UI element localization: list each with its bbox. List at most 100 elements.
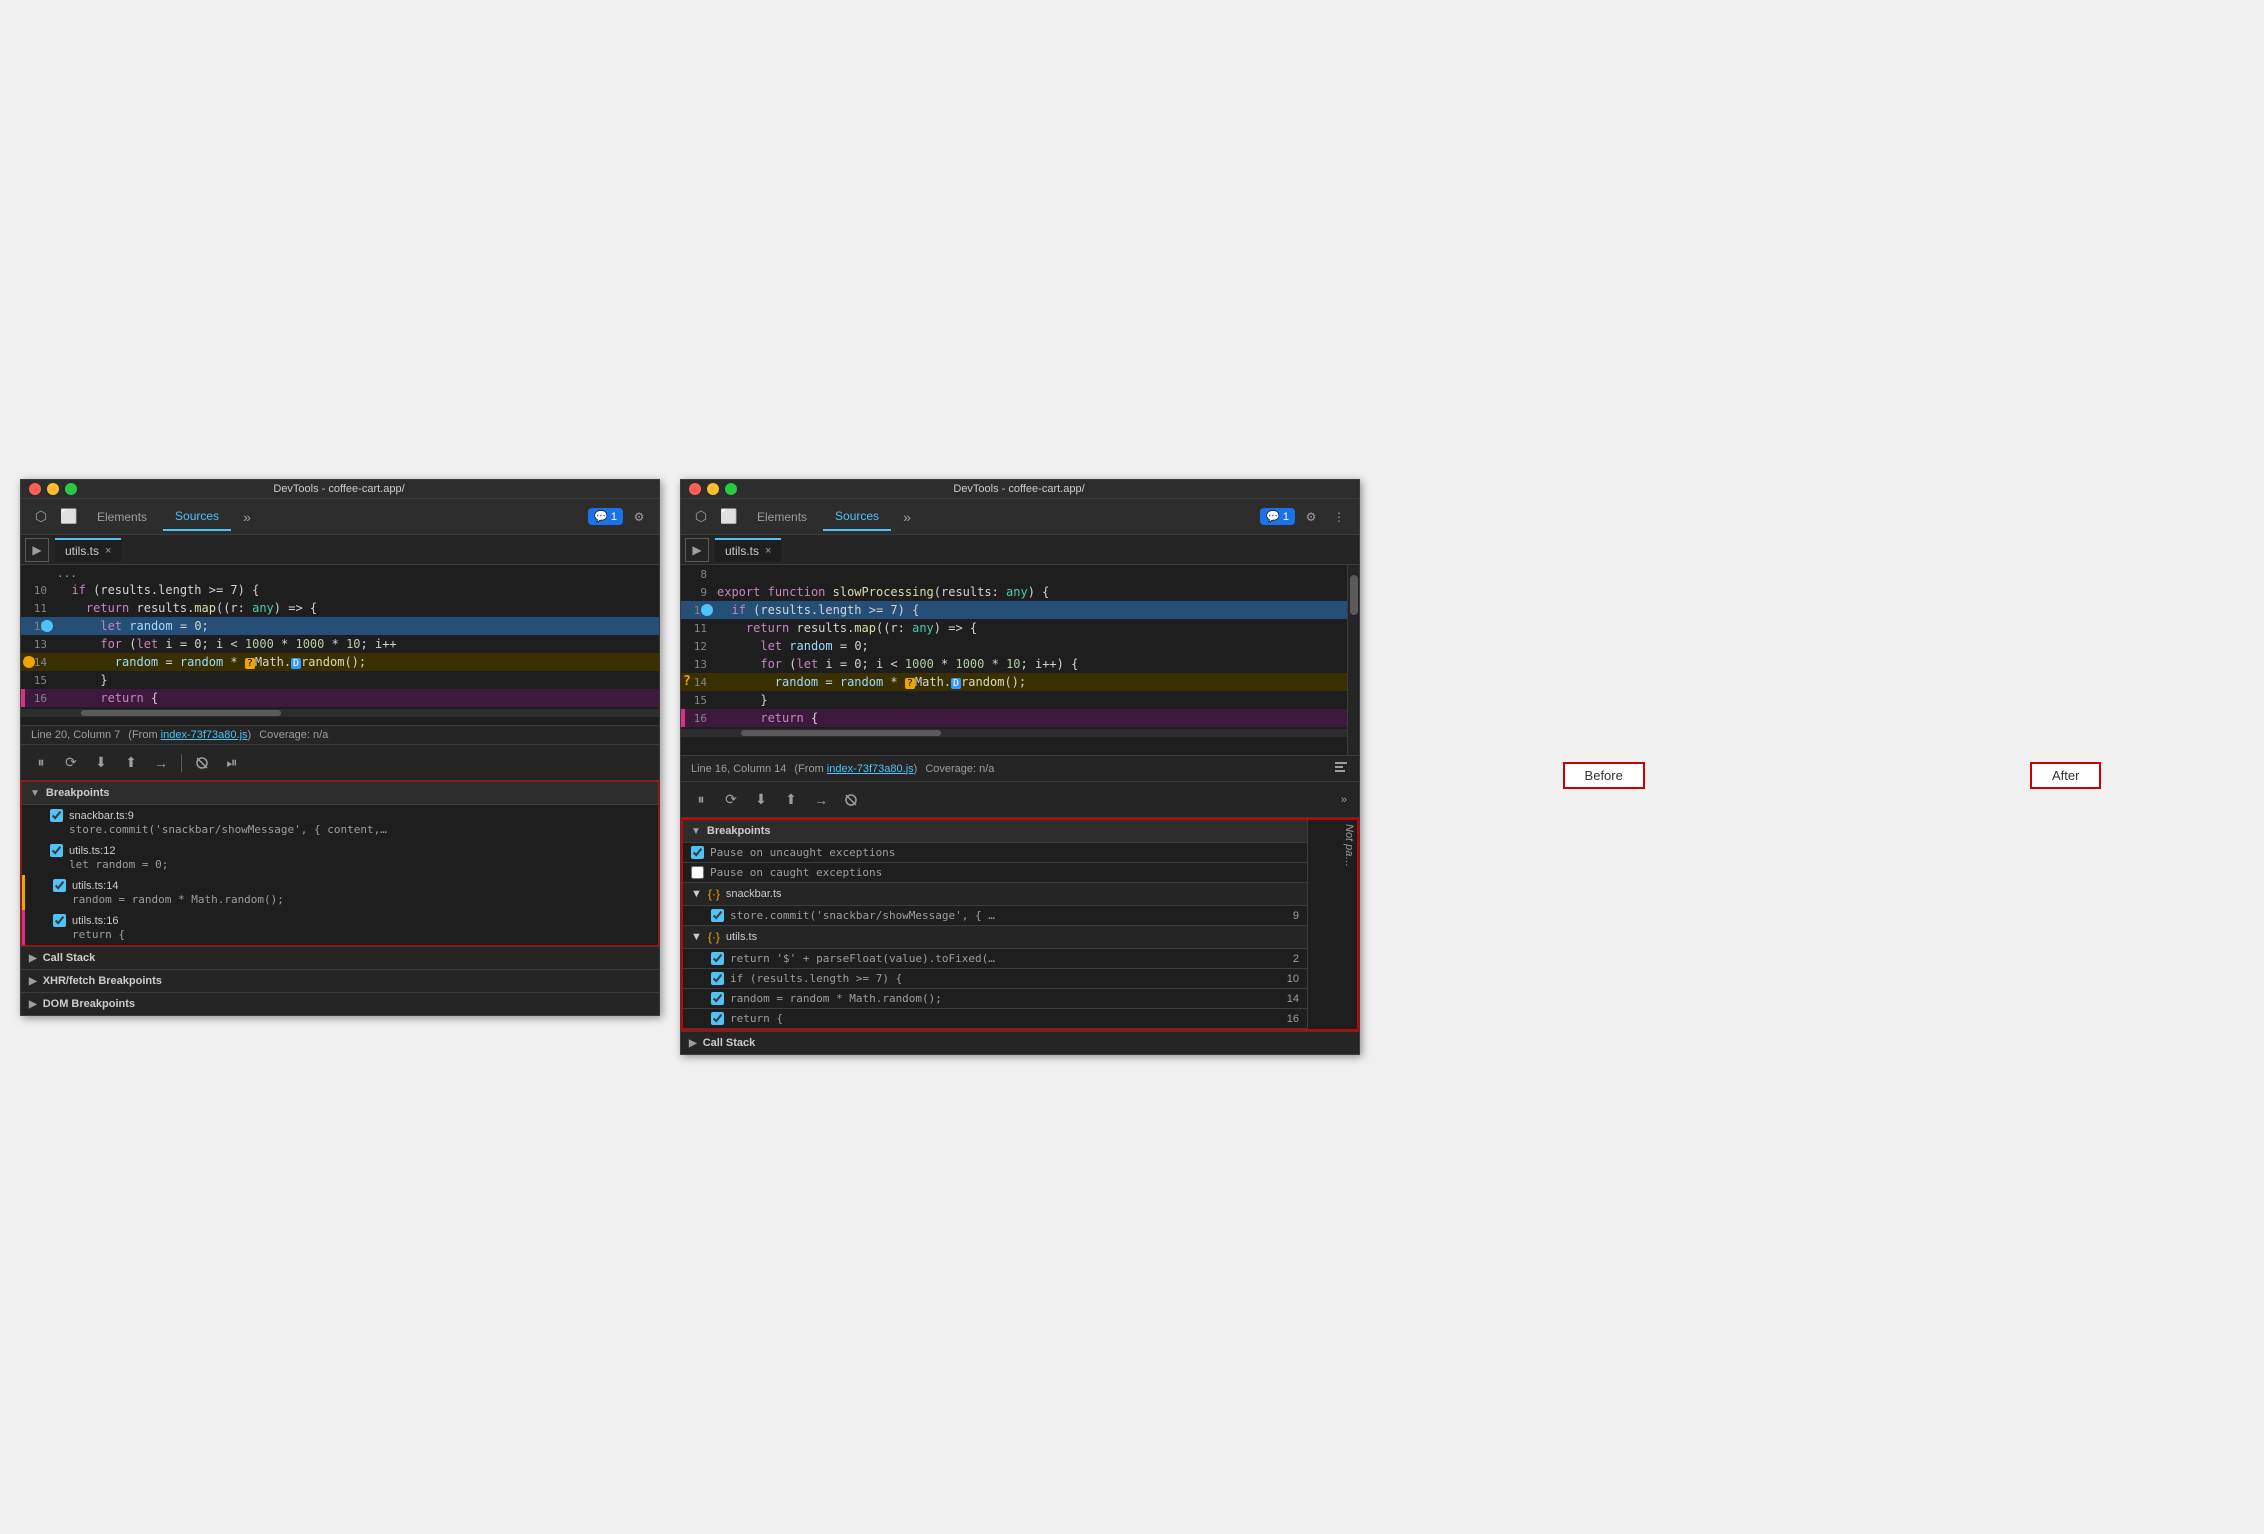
message-icon-right: 💬 xyxy=(1266,510,1280,523)
from-text-right: (From index-73f73a80.js) xyxy=(794,763,917,775)
messages-badge-right[interactable]: 💬 1 xyxy=(1260,508,1295,525)
breakpoints-header-right[interactable]: ▼ Breakpoints xyxy=(683,820,1307,843)
step-out-btn-left[interactable]: ⬆ xyxy=(119,751,143,775)
utils-tab-right[interactable]: utils.ts × xyxy=(715,538,781,562)
cursor-icon-right[interactable]: ⬡ xyxy=(689,505,713,529)
step-into-btn-left[interactable]: ⬇ xyxy=(89,751,113,775)
source-link-right[interactable]: index-73f73a80.js xyxy=(827,763,914,775)
code-line-10-left[interactable]: 10 if (results.length >= 7) { xyxy=(21,581,659,599)
deactivate-btn-left[interactable] xyxy=(190,751,214,775)
xhr-section-left[interactable]: ▶ XHR/fetch Breakpoints xyxy=(21,969,659,992)
code-line-15-right[interactable]: 15 } xyxy=(681,691,1347,709)
utils-tab-left[interactable]: utils.ts × xyxy=(55,538,121,562)
bp-snackbar-checkbox-left[interactable] xyxy=(50,809,63,822)
format-icon-right[interactable] xyxy=(1333,759,1349,778)
code-line-14-left[interactable]: ? 14 random = random * ?Math.Drandom(); xyxy=(21,653,659,671)
code-line-14-right[interactable]: ? 14 random = random * ?Math.Drandom(); xyxy=(681,673,1347,691)
bp-item-utils12-left: utils.ts:12 let random = 0; xyxy=(22,840,658,875)
pause-btn-left[interactable]: ⏸ xyxy=(29,751,53,775)
bp-caught-checkbox-right[interactable] xyxy=(691,866,704,879)
horizontal-scrollbar-left[interactable] xyxy=(21,709,659,717)
device-icon[interactable]: ⬜ xyxy=(57,505,81,529)
continue-btn-left[interactable]: → xyxy=(149,751,173,775)
more-tabs-icon-right[interactable]: » xyxy=(895,505,919,529)
code-line-13-right[interactable]: 13 for (let i = 0; i < 1000 * 1000 * 10;… xyxy=(681,655,1347,673)
code-line-16-right[interactable]: 16 return { xyxy=(681,709,1347,727)
settings-icon-right[interactable]: ⚙ xyxy=(1299,505,1323,529)
bp-utils16-name-left[interactable]: utils.ts:16 xyxy=(72,915,118,927)
device-icon-right[interactable]: ⬜ xyxy=(717,505,741,529)
code-line-8-right[interactable]: 8 xyxy=(681,565,1347,583)
step-over-btn-left[interactable]: ⟳ xyxy=(59,751,83,775)
snackbar-filename-right: snackbar.ts xyxy=(726,888,782,900)
toggle-sidebar-right[interactable]: ▶ xyxy=(685,538,709,562)
code-line-15-left[interactable]: 15 } xyxy=(21,671,659,689)
messages-badge-left[interactable]: 💬 1 xyxy=(588,508,623,525)
bp-utils2-checkbox-right[interactable] xyxy=(711,952,724,965)
not-paused-text: Not pa… xyxy=(1343,824,1355,867)
bp-snackbar-name-left[interactable]: snackbar.ts:9 xyxy=(69,810,134,822)
bp-utils12-checkbox-left[interactable] xyxy=(50,844,63,857)
vertical-scrollbar-right[interactable] xyxy=(1347,565,1359,755)
call-stack-section-right[interactable]: ▶ Call Stack xyxy=(681,1031,1359,1054)
maximize-button[interactable] xyxy=(65,483,77,495)
bp-utils16-checkbox-right[interactable] xyxy=(711,1012,724,1025)
pause-btn-right[interactable]: ⏸ xyxy=(689,788,713,812)
code-line-12-left[interactable]: 12 let random = 0; xyxy=(21,617,659,635)
close-button[interactable] xyxy=(29,483,41,495)
code-line-11-left[interactable]: 11 return results.map((r: any) => { xyxy=(21,599,659,617)
bp-utils14-name-left[interactable]: utils.ts:14 xyxy=(72,880,118,892)
deactivate-btn-right[interactable] xyxy=(839,788,863,812)
more-tabs-icon[interactable]: » xyxy=(235,505,259,529)
step-over-btn-right[interactable]: ⟳ xyxy=(719,788,743,812)
pause-exceptions-btn-left[interactable]: ⏯ xyxy=(220,751,244,775)
tab-sources-right[interactable]: Sources xyxy=(823,503,891,531)
right-top-nav: ⬡ ⬜ Elements Sources » 💬 1 ⚙ ⋮ xyxy=(681,499,1359,535)
breakpoints-header-left[interactable]: ▼ Breakpoints xyxy=(22,782,658,805)
bp-utils10-checkbox-right[interactable] xyxy=(711,972,724,985)
more-options-icon-right[interactable]: ⋮ xyxy=(1327,505,1351,529)
bp-utils2-line-right: 2 xyxy=(1293,953,1299,965)
bp-utils14-checkbox-left[interactable] xyxy=(53,879,66,892)
code-line-9-right[interactable]: 9 export function slowProcessing(results… xyxy=(681,583,1347,601)
dom-section-left[interactable]: ▶ DOM Breakpoints xyxy=(21,992,659,1015)
continue-btn-right[interactable]: → xyxy=(809,788,833,812)
left-code-area: ... 10 if (results.length >= 7) { 11 ret… xyxy=(21,565,659,725)
tab-sources-left[interactable]: Sources xyxy=(163,503,231,531)
tab-elements-right[interactable]: Elements xyxy=(745,504,819,530)
step-into-btn-right[interactable]: ⬇ xyxy=(749,788,773,812)
utils-group-header-right[interactable]: ▼ {·} utils.ts xyxy=(683,926,1307,949)
call-stack-section-left[interactable]: ▶ Call Stack xyxy=(21,946,659,969)
cursor-icon[interactable]: ⬡ xyxy=(29,505,53,529)
bp-uncaught-checkbox-right[interactable] xyxy=(691,846,704,859)
bp-utils14-checkbox-right[interactable] xyxy=(711,992,724,1005)
minimize-button-right[interactable] xyxy=(707,483,719,495)
code-line-12-right[interactable]: 12 let random = 0; xyxy=(681,637,1347,655)
code-line-16-left[interactable]: 16 return { xyxy=(21,689,659,707)
toggle-sidebar-left[interactable]: ▶ xyxy=(25,538,49,562)
bp-snackbar-checkbox-right[interactable] xyxy=(711,909,724,922)
bp-utils12-name-left[interactable]: utils.ts:12 xyxy=(69,845,115,857)
close-tab-left[interactable]: × xyxy=(105,545,111,557)
minimize-button[interactable] xyxy=(47,483,59,495)
horizontal-scrollbar-right[interactable] xyxy=(681,729,1347,737)
code-line-10-right[interactable]: 10 if (results.length >= 7) { xyxy=(681,601,1347,619)
step-out-btn-right[interactable]: ⬆ xyxy=(779,788,803,812)
close-button-right[interactable] xyxy=(689,483,701,495)
call-stack-title-left: Call Stack xyxy=(43,952,96,964)
bp-utils10-code-right: if (results.length >= 7) { xyxy=(730,972,1281,985)
maximize-button-right[interactable] xyxy=(725,483,737,495)
code-line-13-left[interactable]: 13 for (let i = 0; i < 1000 * 1000 * 10;… xyxy=(21,635,659,653)
right-file-tabs: ▶ utils.ts × xyxy=(681,535,1359,565)
bp-utils16-checkbox-left[interactable] xyxy=(53,914,66,927)
bp-utils16-header-left: utils.ts:16 xyxy=(53,914,650,927)
snackbar-group-header-right[interactable]: ▼ {·} snackbar.ts xyxy=(683,883,1307,906)
close-tab-right[interactable]: × xyxy=(765,545,771,557)
source-link-left[interactable]: index-73f73a80.js xyxy=(161,729,248,741)
code-line-11-right[interactable]: 11 return results.map((r: any) => { xyxy=(681,619,1347,637)
tab-elements-left[interactable]: Elements xyxy=(85,504,159,530)
settings-icon-left[interactable]: ⚙ xyxy=(627,505,651,529)
expand-more-right[interactable]: » xyxy=(1337,792,1351,808)
bp-utils2-item-right: return '$' + parseFloat(value).toFixed(…… xyxy=(683,949,1307,969)
cursor-position-right: Line 16, Column 14 xyxy=(691,763,786,775)
